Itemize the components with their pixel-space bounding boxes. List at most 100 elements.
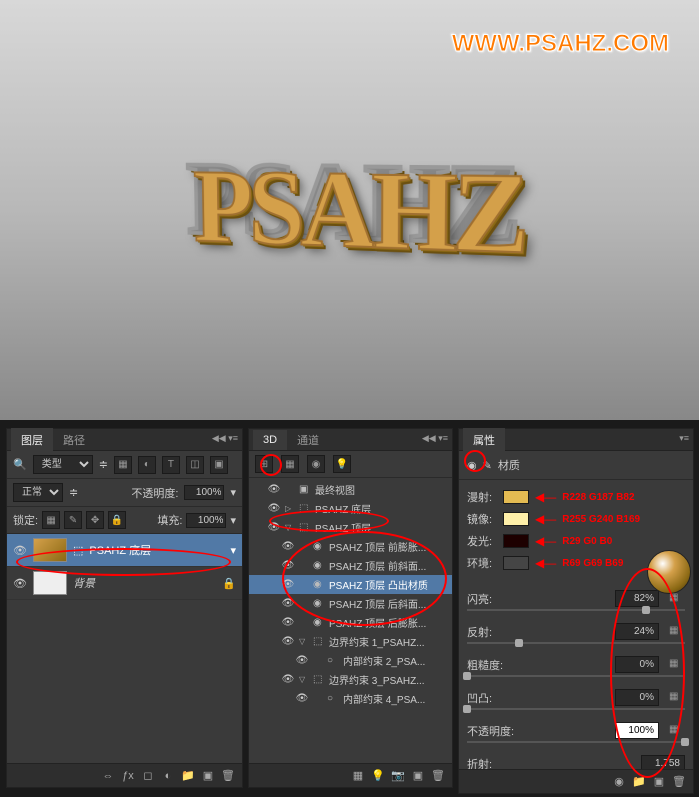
panel-menu-icon[interactable]: ◀◀ ▾≡ [212, 433, 238, 444]
sphere-icon[interactable]: ◉ [611, 774, 627, 790]
chevron-down-icon[interactable]: ▾ [230, 514, 236, 527]
slider-value-input[interactable] [615, 590, 659, 607]
tab-3d[interactable]: 3D [253, 430, 287, 450]
tree-item[interactable]: 👁◉PSAHZ 顶层 后膨胀... [249, 613, 452, 632]
slider-value-input[interactable] [615, 656, 659, 673]
eye-icon[interactable]: 👁 [281, 635, 295, 649]
color-swatch[interactable] [503, 534, 529, 548]
slider-track[interactable] [467, 609, 685, 611]
eye-icon[interactable]: 👁 [281, 578, 295, 592]
lock-move-icon[interactable]: ✥ [86, 511, 104, 529]
adjust-icon[interactable]: ◐ [160, 768, 176, 784]
lock-brush-icon[interactable]: ✎ [64, 511, 82, 529]
render-icon[interactable]: ▦ [350, 768, 366, 784]
tree-item[interactable]: 👁○内部约束 4_PSA... [249, 689, 452, 708]
layer-item-psahz[interactable]: 👁 ⬚ PSAHZ 底层 ▾ [7, 534, 242, 567]
filter-smart-icon[interactable]: ▣ [210, 456, 228, 474]
blend-mode-select[interactable]: 正常 [13, 483, 63, 502]
fx-icon[interactable]: ƒx [120, 768, 136, 784]
slider-thumb[interactable] [681, 738, 689, 746]
slider-track[interactable] [467, 675, 685, 677]
panel-menu-icon[interactable]: ▾≡ [679, 433, 689, 444]
filter-pixel-icon[interactable]: ▦ [114, 456, 132, 474]
eye-icon[interactable]: 👁 [295, 692, 309, 706]
toggle-icon[interactable]: ▽ [299, 637, 309, 646]
toggle-icon[interactable]: ▷ [285, 504, 295, 513]
filter-scene-icon[interactable]: ⊞ [255, 455, 273, 473]
filter-shape-icon[interactable]: ◫ [186, 456, 204, 474]
tree-item[interactable]: 👁▽⬚边界约束 1_PSAHZ... [249, 632, 452, 651]
texture-icon[interactable]: ▦ [669, 691, 685, 705]
eye-icon[interactable]: 👁 [267, 521, 281, 535]
eye-icon[interactable]: 👁 [281, 540, 295, 554]
filter-text-icon[interactable]: T [162, 456, 180, 474]
new-icon[interactable]: ▣ [410, 768, 426, 784]
tree-item[interactable]: 👁◉PSAHZ 顶层 前膨胀... [249, 537, 452, 556]
filter-material-icon[interactable]: ◉ [307, 455, 325, 473]
eye-icon[interactable]: 👁 [281, 616, 295, 630]
new-layer-icon[interactable]: ▣ [200, 768, 216, 784]
new-icon[interactable]: ▣ [651, 774, 667, 790]
trash-icon[interactable]: 🗑 [671, 774, 687, 790]
color-swatch[interactable] [503, 512, 529, 526]
tree-item[interactable]: 👁◉PSAHZ 顶层 后斜面... [249, 594, 452, 613]
tree-item[interactable]: 👁▽⬚PSAHZ 顶层 [249, 518, 452, 537]
mask-icon[interactable]: ◻ [140, 768, 156, 784]
folder-icon[interactable]: 📁 [631, 774, 647, 790]
tree-item[interactable]: 👁○内部约束 2_PSA... [249, 651, 452, 670]
tree-item[interactable]: 👁◉PSAHZ 顶层 凸出材质 [249, 575, 452, 594]
camera-icon[interactable]: 📷 [390, 768, 406, 784]
slider-value-input[interactable] [615, 623, 659, 640]
slider-track[interactable] [467, 642, 685, 644]
slider-thumb[interactable] [463, 672, 471, 680]
eye-icon[interactable]: 👁 [281, 559, 295, 573]
filter-adjust-icon[interactable]: ◐ [138, 456, 156, 474]
eye-icon[interactable]: 👁 [295, 654, 309, 668]
tree-item[interactable]: 👁▷⬚PSAHZ 底层 [249, 499, 452, 518]
slider-track[interactable] [467, 708, 685, 710]
toggle-icon[interactable]: ▽ [299, 675, 309, 684]
tab-properties[interactable]: 属性 [463, 428, 505, 452]
tree-item[interactable]: 👁▣最终视图 [249, 480, 452, 499]
panel-menu-icon[interactable]: ◀◀ ▾≡ [422, 433, 448, 444]
slider-value-input[interactable] [615, 689, 659, 706]
texture-icon[interactable]: ▦ [669, 625, 685, 639]
texture-icon[interactable]: ▦ [669, 724, 685, 738]
chevron-down-icon[interactable]: ▾ [230, 544, 236, 557]
tree-item[interactable]: 👁◉PSAHZ 顶层 前斜面... [249, 556, 452, 575]
tab-paths[interactable]: 路径 [53, 428, 95, 452]
slider-track[interactable] [467, 741, 685, 743]
color-swatch[interactable] [503, 490, 529, 504]
slider-thumb[interactable] [642, 606, 650, 614]
trash-icon[interactable]: 🗑 [430, 768, 446, 784]
fill-input[interactable] [186, 513, 226, 528]
filter-type-select[interactable]: 类型 [33, 455, 93, 474]
link-icon[interactable]: ⇔ [100, 768, 116, 784]
opacity-input[interactable] [184, 485, 224, 500]
eye-icon[interactable]: 👁 [267, 483, 281, 497]
filter-mesh-icon[interactable]: ▦ [281, 455, 299, 473]
texture-icon[interactable]: ▦ [669, 658, 685, 672]
tab-layers[interactable]: 图层 [11, 428, 53, 452]
slider-value-input[interactable] [615, 722, 659, 739]
eye-icon[interactable]: 👁 [281, 597, 295, 611]
chevron-down-icon[interactable]: ▾ [230, 486, 236, 499]
eye-icon[interactable]: 👁 [13, 576, 27, 590]
toggle-icon[interactable]: ▽ [285, 523, 295, 532]
eye-icon[interactable]: 👁 [281, 673, 295, 687]
slider-thumb[interactable] [515, 639, 523, 647]
layer-thumb[interactable] [33, 538, 67, 562]
slider-thumb[interactable] [463, 705, 471, 713]
tree-item[interactable]: 👁▽⬚边界约束 3_PSAHZ... [249, 670, 452, 689]
eye-icon[interactable]: 👁 [267, 502, 281, 516]
filter-light-icon[interactable]: 💡 [333, 455, 351, 473]
lock-all-icon[interactable]: 🔒 [108, 511, 126, 529]
color-swatch[interactable] [503, 556, 529, 570]
trash-icon[interactable]: 🗑 [220, 768, 236, 784]
layer-item-background[interactable]: 👁 背景 🔒 [7, 567, 242, 600]
folder-icon[interactable]: 📁 [180, 768, 196, 784]
tab-channels[interactable]: 通道 [287, 428, 329, 452]
eye-icon[interactable]: 👁 [13, 543, 27, 557]
lock-trans-icon[interactable]: ▦ [42, 511, 60, 529]
light-icon[interactable]: 💡 [370, 768, 386, 784]
